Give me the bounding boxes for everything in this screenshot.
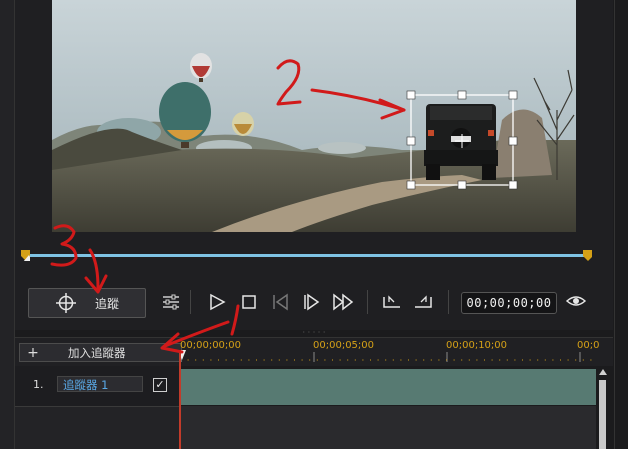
next-frame-icon bbox=[304, 293, 320, 311]
scrollbar-thumb[interactable] bbox=[599, 380, 606, 449]
next-frame-button[interactable] bbox=[300, 291, 322, 313]
in-marker-icon[interactable] bbox=[20, 249, 30, 261]
eye-icon bbox=[565, 296, 587, 306]
previous-frame-button[interactable] bbox=[269, 291, 291, 313]
previous-frame-icon bbox=[273, 293, 288, 311]
crosshair-icon bbox=[55, 293, 76, 313]
mark-out-button[interactable] bbox=[412, 291, 434, 313]
play-icon bbox=[210, 293, 226, 311]
track-enabled-checkbox[interactable]: ✓ bbox=[153, 378, 167, 392]
settings-sliders-icon bbox=[163, 294, 179, 310]
track-name-field[interactable]: 追蹤器 1 bbox=[57, 376, 143, 392]
divider bbox=[367, 290, 368, 314]
divider bbox=[190, 290, 191, 314]
mark-out-icon bbox=[415, 295, 432, 308]
fast-forward-button[interactable] bbox=[332, 291, 354, 313]
add-tracker-label: 加入追蹤器 bbox=[68, 345, 126, 360]
right-panel-edge bbox=[614, 0, 628, 449]
plus-icon: + bbox=[27, 344, 39, 361]
left-panel-edge bbox=[0, 0, 15, 449]
timeline-lane-empty bbox=[180, 406, 596, 449]
playhead[interactable] bbox=[179, 350, 181, 449]
stop-button[interactable] bbox=[238, 291, 260, 313]
panel-resize-handle[interactable]: · · · · · bbox=[300, 329, 328, 337]
timeline-ruler[interactable]: 00;00;00;00 00;00;05;00 00;00;10;00 00;0 bbox=[180, 338, 599, 365]
tracker-clip[interactable] bbox=[180, 369, 596, 405]
track-button[interactable]: 追蹤 bbox=[28, 288, 146, 318]
track-button-label: 追蹤 bbox=[94, 296, 119, 311]
scroll-up-icon[interactable] bbox=[598, 368, 608, 376]
ruler-ticks bbox=[180, 350, 598, 362]
track-settings-button[interactable] bbox=[160, 291, 182, 313]
balloon-medium bbox=[232, 112, 254, 136]
scrubber-track bbox=[26, 254, 586, 257]
stop-icon bbox=[242, 295, 256, 309]
mark-in-icon bbox=[383, 295, 400, 308]
play-button[interactable] bbox=[206, 291, 228, 313]
preview-visibility-button[interactable] bbox=[564, 290, 588, 312]
track-index: 1. bbox=[33, 378, 44, 391]
timecode-display[interactable]: 00;00;00;00 bbox=[461, 292, 557, 314]
divider bbox=[448, 290, 449, 314]
fast-forward-icon bbox=[333, 293, 354, 311]
out-marker-icon[interactable] bbox=[582, 249, 592, 261]
add-tracker-button[interactable]: + 加入追蹤器 bbox=[19, 343, 182, 362]
mark-in-button[interactable] bbox=[381, 291, 403, 313]
timeline-scrubber[interactable] bbox=[20, 246, 594, 264]
video-preview[interactable] bbox=[52, 0, 576, 232]
